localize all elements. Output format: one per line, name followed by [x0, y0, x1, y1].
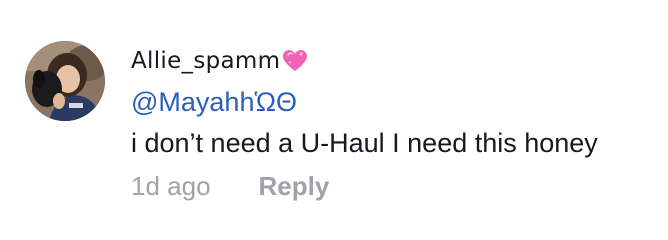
username[interactable]: Allie_spamm	[131, 48, 280, 74]
sparkling-heart-icon	[282, 49, 308, 73]
reply-button[interactable]: Reply	[259, 170, 330, 202]
comment-meta: 1d ago Reply	[131, 170, 329, 202]
avatar[interactable]	[25, 41, 105, 121]
username-row: Allie_spamm	[131, 46, 308, 76]
avatar-photo	[25, 41, 105, 121]
comment-item: Allie_spamm @MayahhὩΘ i don’t need a U-H…	[0, 0, 668, 240]
comment-text: i don’t need a U-Haul I need this honey	[131, 128, 598, 158]
mention-link[interactable]: @MayahhὩΘ	[131, 86, 297, 118]
timestamp: 1d ago	[131, 171, 211, 201]
